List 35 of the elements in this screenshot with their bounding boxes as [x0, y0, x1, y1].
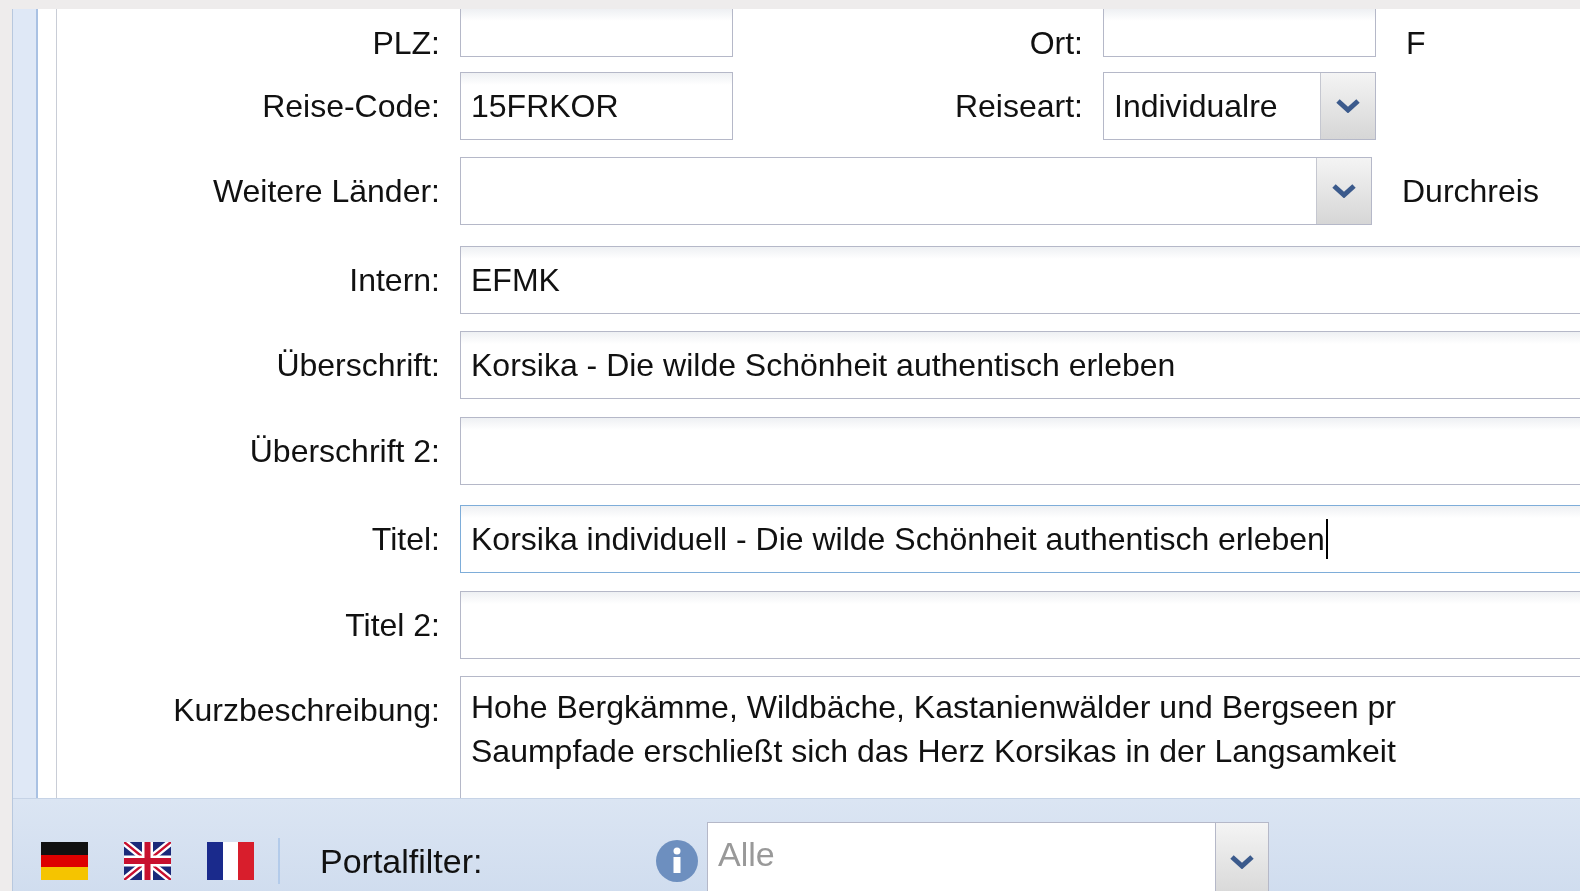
dropdown-field[interactable]	[460, 157, 1372, 225]
info-icon[interactable]	[655, 839, 699, 883]
text-field[interactable]	[1103, 9, 1376, 57]
german-flag-icon[interactable]	[41, 842, 88, 880]
text-field[interactable]: Korsika individuell - Die wilde Schönheit authentisch erleben	[460, 505, 1580, 573]
field-label: Titel:	[370, 520, 441, 559]
field-label: Reiseart:	[953, 87, 1084, 126]
french-flag-icon[interactable]	[207, 842, 254, 880]
text-field[interactable]	[460, 417, 1580, 485]
field-label: Ort:	[1028, 24, 1084, 63]
text-field[interactable]: 15FRKOR	[460, 72, 733, 140]
field-label: Intern:	[348, 261, 441, 300]
field-label: F	[1405, 24, 1427, 63]
text-field[interactable]	[460, 591, 1580, 659]
field-label: Weitere Länder:	[211, 172, 441, 211]
text-field[interactable]: Korsika - Die wilde Schönheit authentisch erleben	[460, 331, 1580, 399]
field-label: Überschrift 2:	[248, 432, 441, 471]
chevron-down-icon	[1230, 854, 1254, 869]
field-label: Titel 2:	[344, 606, 441, 645]
chevron-down-icon	[1336, 99, 1360, 113]
dropdown-field[interactable]: Individualre	[1103, 72, 1376, 140]
dropdown-button[interactable]	[1316, 158, 1371, 224]
chevron-down-icon	[1332, 184, 1356, 198]
portal-filter-label: Portalfilter:	[320, 841, 484, 881]
field-label: Durchreis	[1401, 172, 1540, 211]
text-field[interactable]: EFMK	[460, 246, 1580, 314]
dropdown-button[interactable]	[1320, 73, 1375, 139]
text-field[interactable]	[460, 9, 733, 57]
field-label: Reise-Code:	[261, 87, 441, 126]
field-label: Überschrift:	[275, 346, 441, 385]
dropdown-button[interactable]	[1215, 822, 1269, 891]
field-label: PLZ:	[371, 24, 441, 63]
british-flag-icon[interactable]	[124, 842, 171, 880]
field-label: Kurzbeschreibung:	[172, 691, 441, 730]
portal-filter-field[interactable]: Alle	[707, 822, 1215, 891]
